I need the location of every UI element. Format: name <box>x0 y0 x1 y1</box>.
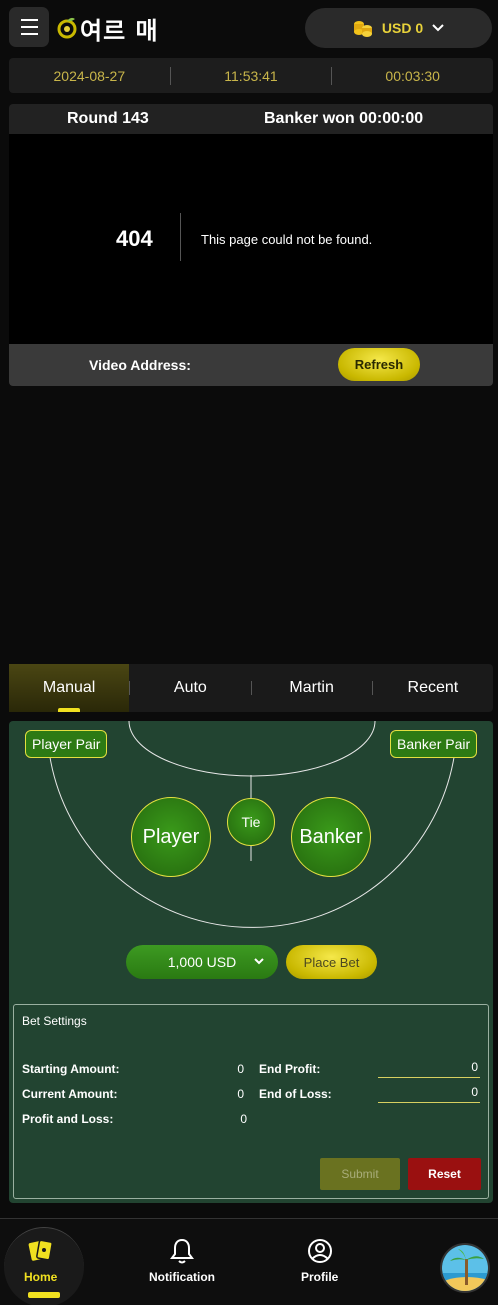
round-number: Round 143 <box>67 110 149 127</box>
menu-button[interactable] <box>9 7 49 47</box>
player-pair-bet[interactable]: Player Pair <box>25 730 108 758</box>
brand-logo[interactable]: 여르 매 <box>56 12 159 45</box>
profit-loss-label: Profit and Loss: <box>22 1112 114 1126</box>
bet-amount-select[interactable]: 1,000 USD <box>126 945 278 979</box>
divider <box>180 213 181 261</box>
countdown-timer: 00:03:30 <box>385 67 440 84</box>
bet-amount-value: 1,000 USD <box>167 954 237 970</box>
refresh-button[interactable]: Refresh <box>338 348 420 381</box>
betting-table: Player Pair Banker Pair Player Tie Banke… <box>9 721 493 1203</box>
coins-icon <box>353 21 372 37</box>
end-profit-label: End Profit: <box>259 1062 321 1076</box>
starting-amount-value: 0 <box>237 1062 244 1076</box>
palm-beach-icon <box>442 1245 488 1291</box>
place-bet-button[interactable]: Place Bet <box>286 945 377 979</box>
player-bet[interactable]: Player <box>131 797 211 877</box>
tab-manual[interactable]: Manual <box>9 664 130 712</box>
error-code: 404 <box>116 226 153 251</box>
banker-bet[interactable]: Banker <box>291 797 371 877</box>
end-profit-input[interactable]: 0 <box>378 1060 480 1078</box>
support-avatar[interactable] <box>440 1243 490 1293</box>
app-page: 여르 매 USD 0 2024-08-27 11:53:41 00:03:30 … <box>0 0 498 1305</box>
round-result: Banker won 00:00:00 <box>264 110 424 127</box>
mode-tabs: Manual Auto Martin Recent <box>9 664 493 712</box>
chevron-down-icon <box>432 24 444 32</box>
nav-profile-label: Profile <box>301 1270 339 1284</box>
nav-profile[interactable]: Profile <box>301 1237 338 1284</box>
bet-settings-panel: Bet Settings Starting Amount: 0 Current … <box>13 1004 489 1199</box>
tab-martin[interactable]: Martin <box>252 664 372 712</box>
video-address-label: Video Address: <box>89 357 191 373</box>
submit-button[interactable]: Submit <box>320 1158 400 1190</box>
end-loss-input[interactable]: 0 <box>378 1085 480 1103</box>
video-header: Round 143 Banker won 00:00:00 <box>9 104 493 134</box>
wallet-selector[interactable]: USD 0 <box>305 8 492 48</box>
profit-loss-value: 0 <box>240 1112 247 1126</box>
reset-button[interactable]: Reset <box>408 1158 481 1190</box>
bell-icon <box>170 1238 194 1264</box>
current-time: 11:53:41 <box>224 67 278 84</box>
nav-notification[interactable]: Notification <box>149 1237 215 1284</box>
chevron-down-icon <box>254 958 264 965</box>
nav-notification-label: Notification <box>149 1270 215 1284</box>
tie-bet[interactable]: Tie <box>227 798 275 846</box>
bet-settings-title: Bet Settings <box>22 1014 87 1028</box>
video-frame[interactable]: 404 This page could not be found. <box>9 134 493 344</box>
end-loss-label: End of Loss: <box>259 1087 332 1101</box>
current-amount-label: Current Amount: <box>22 1087 118 1101</box>
logo-text: 여르 매 <box>80 16 159 45</box>
banker-pair-bet[interactable]: Banker Pair <box>390 730 478 758</box>
starting-amount-label: Starting Amount: <box>22 1062 120 1076</box>
wallet-balance: USD 0 <box>381 20 424 36</box>
time-bar: 2024-08-27 11:53:41 00:03:30 <box>9 58 493 93</box>
leaf-ring-icon <box>57 17 77 39</box>
bottom-navigation: Home Notification Profile <box>0 1218 498 1305</box>
video-address-bar: Video Address: Refresh <box>9 344 493 386</box>
user-circle-icon <box>307 1239 332 1263</box>
nav-home[interactable]: Home <box>24 1237 57 1284</box>
cards-icon <box>28 1239 53 1261</box>
nav-home-label: Home <box>24 1270 58 1284</box>
active-indicator <box>28 1292 60 1298</box>
player-label: Player <box>142 825 200 848</box>
banker-label: Banker <box>299 825 363 848</box>
error-message: This page could not be found. <box>201 232 373 247</box>
tie-label: Tie <box>241 814 261 830</box>
tab-auto[interactable]: Auto <box>130 664 250 712</box>
tab-recent[interactable]: Recent <box>373 664 493 712</box>
current-amount-value: 0 <box>237 1087 244 1101</box>
current-date: 2024-08-27 <box>53 67 126 84</box>
hamburger-icon <box>20 19 38 21</box>
